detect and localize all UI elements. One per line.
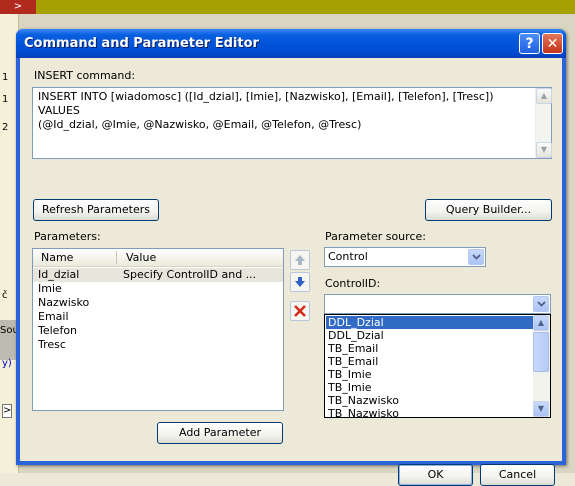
controlid-select[interactable] bbox=[324, 294, 551, 314]
dialog-title: Command and Parameter Editor bbox=[24, 36, 259, 51]
dialog-client-area: INSERT command: INSERT INTO [wiadomosc] … bbox=[20, 58, 562, 486]
insert-command-scrollbar[interactable]: ▲ ▼ bbox=[535, 88, 552, 158]
parameter-row[interactable]: Tresc bbox=[33, 338, 283, 352]
insert-command-text: INSERT INTO [wiadomosc] ([Id_dzial], [Im… bbox=[38, 90, 494, 131]
controlid-list-scrollbar[interactable]: ▲ ▼ bbox=[533, 315, 550, 417]
close-icon: ✕ bbox=[546, 36, 559, 52]
controlid-option[interactable]: DDL_Dzial bbox=[326, 329, 534, 342]
parameter-name: Id_dzial bbox=[38, 268, 80, 281]
parameter-name: Imie bbox=[38, 282, 62, 295]
scrollbar-thumb[interactable] bbox=[533, 332, 549, 372]
parameter-source-value: Control bbox=[328, 250, 368, 263]
parameters-label: Parameters: bbox=[34, 230, 101, 243]
refresh-parameters-button[interactable]: Refresh Parameters bbox=[33, 199, 159, 221]
scroll-down-icon[interactable]: ▼ bbox=[533, 401, 549, 417]
background-fragment: 1 bbox=[2, 94, 9, 105]
background-fragment: Sou bbox=[0, 320, 19, 360]
background-fragment: 1 bbox=[2, 72, 9, 83]
column-separator[interactable] bbox=[116, 251, 117, 264]
arrow-up-icon bbox=[295, 255, 305, 265]
delete-parameter-button[interactable] bbox=[290, 301, 310, 321]
column-header-name[interactable]: Name bbox=[41, 251, 73, 264]
title-bar[interactable]: Command and Parameter Editor ? ✕ bbox=[16, 29, 566, 58]
parameter-source-dropdown-button[interactable] bbox=[468, 249, 484, 265]
parameter-value: Specify ControlID and ... bbox=[123, 268, 257, 281]
background-fragment: 2 bbox=[2, 122, 9, 133]
controlid-option[interactable]: TB_Email bbox=[326, 355, 534, 368]
command-parameter-editor-dialog: Command and Parameter Editor ? ✕ INSERT … bbox=[16, 29, 566, 486]
controlid-option[interactable]: TB_Nazwisko bbox=[326, 394, 534, 407]
background-fragment: č bbox=[2, 290, 8, 301]
move-down-button[interactable] bbox=[290, 272, 310, 292]
parameter-row[interactable]: Imie bbox=[33, 282, 283, 296]
parameter-row[interactable]: Telefon bbox=[33, 324, 283, 338]
parameter-name: Tresc bbox=[38, 338, 66, 351]
controlid-option[interactable]: DDL_Dzial bbox=[326, 316, 534, 329]
controlid-dropdown-button[interactable] bbox=[533, 296, 549, 312]
background-fragment: y) bbox=[2, 358, 12, 369]
parameter-source-label: Parameter source: bbox=[325, 230, 426, 243]
parameters-list[interactable]: Name Value Id_dzial Specify ControlID an… bbox=[32, 248, 284, 411]
scroll-down-icon[interactable]: ▼ bbox=[536, 142, 552, 158]
parameter-row[interactable]: Id_dzial Specify ControlID and ... bbox=[33, 268, 283, 282]
scroll-up-icon[interactable]: ▲ bbox=[536, 88, 552, 104]
help-button[interactable]: ? bbox=[519, 33, 540, 54]
add-parameter-button[interactable]: Add Parameter bbox=[157, 422, 283, 444]
query-builder-button[interactable]: Query Builder... bbox=[425, 199, 552, 221]
background-arrow-button[interactable]: > bbox=[0, 0, 36, 14]
controlid-option[interactable]: TB_Imie bbox=[326, 368, 534, 381]
cancel-button[interactable]: Cancel bbox=[480, 464, 555, 486]
move-up-button[interactable] bbox=[290, 250, 310, 270]
controlid-label: ControlID: bbox=[325, 277, 381, 290]
parameter-name: Email bbox=[38, 310, 69, 323]
controlid-dropdown-list[interactable]: DDL_Dzial DDL_Dzial TB_Email TB_Email TB… bbox=[324, 314, 551, 418]
controlid-option[interactable]: TB_Imie bbox=[326, 381, 534, 394]
help-icon: ? bbox=[525, 36, 534, 52]
background-fragment[interactable]: > bbox=[2, 404, 12, 418]
parameter-row[interactable]: Nazwisko bbox=[33, 296, 283, 310]
controlid-option[interactable]: TB_Nazwisko bbox=[326, 407, 534, 417]
parameter-row[interactable]: Email bbox=[33, 310, 283, 324]
insert-command-textarea[interactable]: INSERT INTO [wiadomosc] ([Id_dzial], [Im… bbox=[32, 87, 552, 159]
parameter-name: Telefon bbox=[38, 324, 78, 337]
insert-command-label: INSERT command: bbox=[34, 69, 136, 82]
arrow-down-icon bbox=[295, 277, 305, 287]
parameter-source-select[interactable]: Control bbox=[324, 247, 486, 267]
chevron-down-icon bbox=[472, 254, 481, 260]
parameters-list-header: Name Value bbox=[33, 249, 283, 267]
delete-x-icon bbox=[294, 305, 306, 317]
ok-button[interactable]: OK bbox=[398, 464, 473, 486]
controlid-option[interactable]: TB_Email bbox=[326, 342, 534, 355]
parameter-name: Nazwisko bbox=[38, 296, 90, 309]
chevron-down-icon bbox=[537, 301, 546, 307]
column-header-value[interactable]: Value bbox=[126, 251, 156, 264]
background-toolbar bbox=[0, 0, 575, 14]
close-button[interactable]: ✕ bbox=[542, 33, 563, 54]
scroll-up-icon[interactable]: ▲ bbox=[533, 315, 549, 331]
